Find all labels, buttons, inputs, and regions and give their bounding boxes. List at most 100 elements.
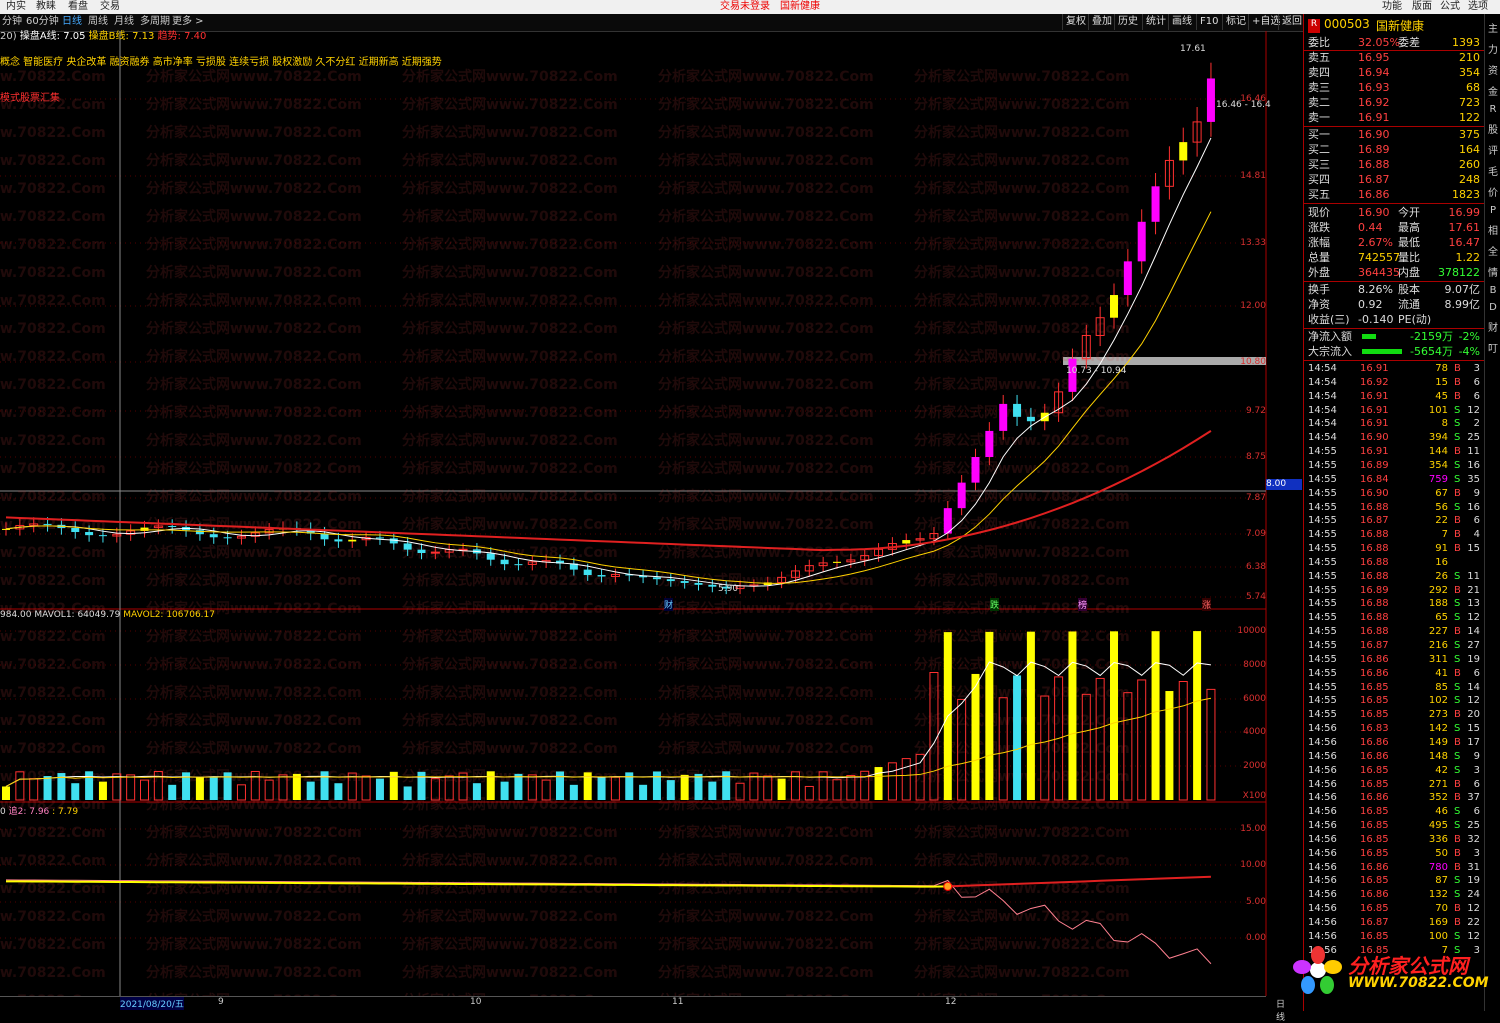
tick-time: 14:54	[1308, 376, 1337, 388]
tick-time: 14:55	[1308, 626, 1337, 638]
mavol2-label: MAVOL2:	[123, 610, 167, 620]
volume-bar	[195, 777, 204, 800]
label: 换手	[1308, 283, 1330, 296]
menu-item[interactable]: 交易	[100, 0, 120, 13]
event-tag-rank[interactable]: 榜	[1078, 598, 1088, 611]
side-tab[interactable]: B	[1485, 285, 1500, 296]
tick-direction: S	[1454, 570, 1461, 582]
watermark-text: 分析家公式网www.70822.Com	[0, 320, 106, 337]
btn-stats[interactable]: 统计	[1142, 14, 1169, 30]
watermark-text: 分析家公式网www.70822.Com	[146, 236, 362, 253]
menu-item[interactable]: 教睐	[36, 0, 56, 13]
flow-bar	[1362, 334, 1376, 339]
event-tag-finance[interactable]: 财	[664, 598, 674, 611]
tick-direction: S	[1454, 501, 1461, 513]
watermark-text: 分析家公式网www.70822.Com	[146, 124, 362, 141]
tick-count: 3	[1473, 363, 1480, 374]
bid-price: 16.86	[1358, 188, 1390, 201]
btn-restore-rights[interactable]: 复权	[1062, 14, 1089, 30]
tick-volume: 7	[1441, 529, 1448, 541]
side-tab[interactable]: 叮	[1485, 340, 1500, 355]
side-tab[interactable]: 价	[1485, 184, 1500, 199]
volume-bar	[85, 771, 94, 800]
event-tag-rise[interactable]: 涨	[1202, 598, 1212, 611]
volume-info: 984.00 MAVOL1: 64049.79 MAVOL2: 106706.1…	[0, 610, 215, 620]
watermark-text: 分析家公式网www.70822.Com	[914, 348, 1130, 365]
bid-label: 买四	[1308, 173, 1330, 186]
tick-volume: 148	[1428, 750, 1448, 762]
side-tab[interactable]: P	[1485, 205, 1500, 216]
month-tick: 12	[945, 997, 957, 1007]
period-day[interactable]: 日线	[62, 15, 82, 29]
btn-draw[interactable]: 画线	[1168, 14, 1195, 30]
ask-price: 16.93	[1358, 81, 1390, 94]
btn-overlay[interactable]: 叠加	[1088, 14, 1115, 30]
watermark-text: 分析家公式网www.70822.Com	[658, 180, 874, 197]
watermark-text: 分析家公式网www.70822.Com	[914, 180, 1130, 197]
side-tab[interactable]: 金	[1485, 83, 1500, 98]
ask-row: 卖三 16.93 68	[1306, 81, 1482, 95]
tick-count: 37	[1467, 792, 1480, 804]
ind-prefix: 0	[0, 807, 6, 817]
tick-volume: 15	[1435, 376, 1448, 388]
period-week[interactable]: 周线	[88, 15, 108, 29]
btn-history[interactable]: 历史	[1114, 14, 1141, 30]
side-tab[interactable]: 股	[1485, 121, 1500, 136]
volume-bar	[1013, 675, 1022, 800]
axis-tick: 10.80	[1240, 357, 1266, 367]
side-tab[interactable]: R	[1485, 104, 1500, 115]
watermark-text: 分析家公式网www.70822.Com	[146, 68, 362, 85]
watermark-text: 分析家公式网www.70822.Com	[914, 236, 1130, 253]
menu-item-options[interactable]: 选项	[1468, 0, 1488, 13]
tick-price: 16.88	[1360, 501, 1389, 513]
side-tab[interactable]: 相	[1485, 222, 1500, 237]
volume-bar	[901, 758, 911, 801]
tick-volume: 292	[1428, 584, 1448, 596]
side-tab[interactable]: 资	[1485, 62, 1500, 77]
period-more[interactable]: 更多 >	[172, 15, 204, 29]
watermark-text: 分析家公式网www.70822.Com	[658, 264, 874, 281]
event-tag-fall[interactable]: 跌	[990, 598, 1000, 611]
tick-row: 14:54 16.92 15 B 6	[1306, 376, 1482, 389]
watermark-text: 分析家公式网www.70822.Com	[658, 236, 874, 253]
tick-count: 35	[1467, 473, 1480, 485]
side-tab[interactable]: 情	[1485, 264, 1500, 279]
btn-f10[interactable]: F10	[1196, 14, 1221, 30]
watermark-text: 分析家公式网www.70822.Com	[146, 936, 362, 953]
period-month[interactable]: 月线	[114, 15, 134, 29]
tick-row: 14:54 16.91 101 S 12	[1306, 404, 1482, 417]
mavol2-value: 106706.17	[166, 610, 215, 620]
menu-item[interactable]: 内实	[6, 0, 26, 13]
kline-chart[interactable]: 分析家公式网www.70822.Com 分析家公式网www.70822.Com 分析…	[0, 31, 1303, 996]
side-tab[interactable]: 财	[1485, 319, 1500, 334]
tick-count: 6	[1473, 667, 1480, 679]
label: 量比	[1398, 251, 1420, 264]
side-tab[interactable]: 全	[1485, 243, 1500, 258]
period-multi[interactable]: 多周期	[140, 15, 170, 29]
menu-item-formula[interactable]: 公式	[1440, 0, 1460, 13]
side-tab[interactable]: 评	[1485, 142, 1500, 157]
tick-time: 14:55	[1308, 515, 1337, 527]
btn-mark[interactable]: 标记	[1222, 14, 1249, 30]
side-tab[interactable]: 毛	[1485, 163, 1500, 178]
period-min[interactable]: 分钟	[2, 15, 22, 29]
side-tab[interactable]: D	[1485, 302, 1500, 313]
period-60min[interactable]: 60分钟	[26, 15, 59, 29]
ind-axis-tick: 10.00	[1240, 860, 1266, 870]
login-status[interactable]: 交易未登录	[720, 0, 770, 13]
menu-item-layout[interactable]: 版面	[1412, 0, 1432, 13]
btn-back[interactable]: 返回	[1278, 14, 1305, 30]
watermark-text: 分析家公式网www.70822.Com	[402, 432, 618, 449]
tick-count: 16	[1467, 501, 1480, 513]
tick-count: 15	[1467, 543, 1480, 555]
side-tab[interactable]: 主	[1485, 20, 1500, 35]
window-stock-name: 国新健康	[780, 1, 820, 12]
side-tab[interactable]: 力	[1485, 41, 1500, 56]
tick-price: 16.86	[1360, 667, 1389, 679]
watermark-text: 分析家公式网www.70822.Com	[146, 96, 362, 113]
tick-volume: 169	[1428, 917, 1448, 928]
menu-item[interactable]: 看盘	[68, 0, 88, 13]
watermark-text: 分析家公式网www.70822.Com	[0, 180, 106, 197]
menu-item-func[interactable]: 功能	[1382, 0, 1402, 13]
tick-volume: 149	[1428, 736, 1448, 748]
